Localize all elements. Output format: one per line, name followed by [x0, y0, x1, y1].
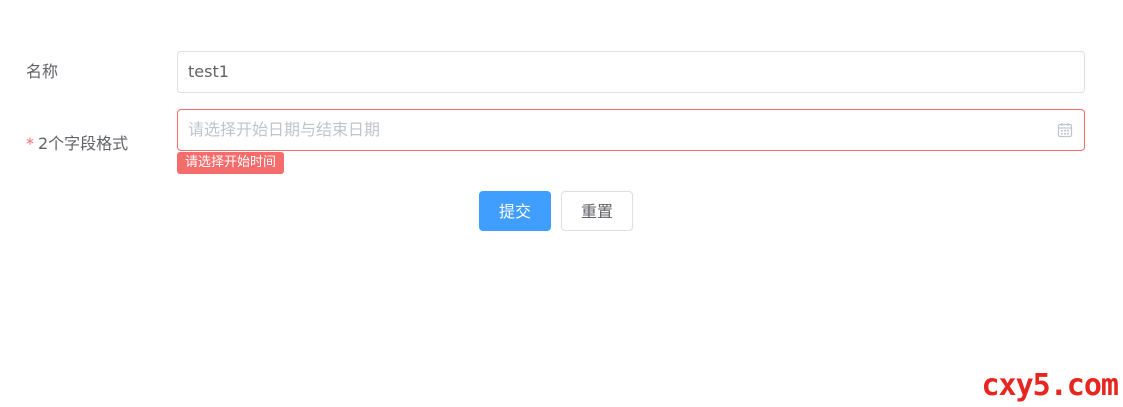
required-star: *: [26, 134, 34, 153]
submit-button[interactable]: 提交: [479, 191, 551, 231]
error-message: 请选择开始时间: [177, 152, 285, 174]
reset-button[interactable]: 重置: [561, 191, 633, 231]
watermark-logo: cxy5.com: [981, 368, 1119, 403]
date-range-label: * 2个字段格式: [26, 123, 128, 165]
name-input[interactable]: test1: [177, 51, 1085, 93]
form-page: 名称 test1 * 2个字段格式 请选择开始日期与结束日期 请选择开始时间 提…: [0, 0, 1123, 407]
name-input-value: test1: [188, 62, 229, 81]
calendar-icon[interactable]: [1057, 122, 1073, 138]
name-label: 名称: [26, 62, 59, 81]
date-range-label-text: 2个字段格式: [38, 134, 129, 153]
date-range-placeholder: 请选择开始日期与结束日期: [188, 120, 381, 139]
form-item-date-range: * 2个字段格式 请选择开始日期与结束日期 请选择开始时间: [0, 109, 1123, 179]
date-range-picker[interactable]: 请选择开始日期与结束日期: [177, 109, 1085, 151]
form-item-name: 名称 test1: [0, 51, 1123, 93]
